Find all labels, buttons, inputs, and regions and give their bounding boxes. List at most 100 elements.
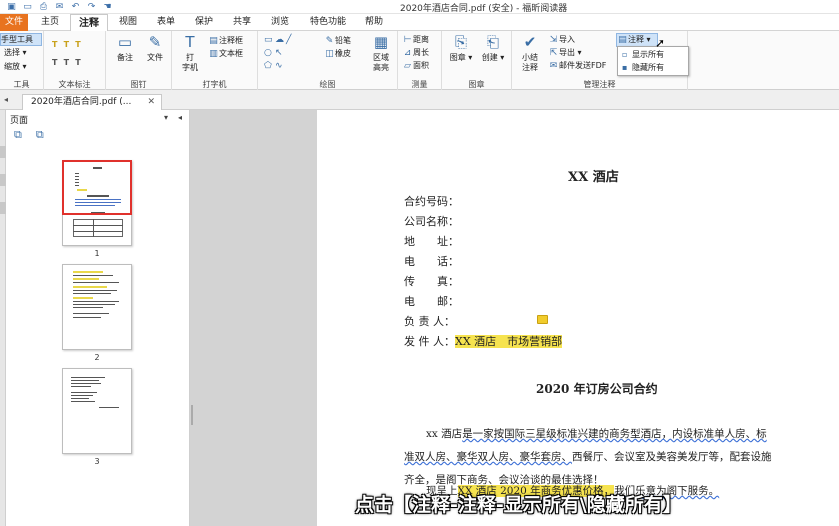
tab-help[interactable]: 帮助 (362, 14, 386, 31)
field-value: XX 酒店 市场营销部 (455, 335, 563, 348)
distance-button[interactable]: ⊢ 距离 (402, 34, 429, 46)
shape-tools-row1[interactable]: ▭☁╱ (264, 34, 297, 46)
redo-icon[interactable]: ↷ (86, 2, 97, 12)
note-label: 备注 (117, 53, 133, 62)
area-label: 面积 (413, 61, 429, 70)
video-caption: 点击【注释-注释-显示所有\隐藏所有】 (355, 494, 682, 516)
mail-icon: ✉ (549, 61, 558, 71)
comment-box-button[interactable]: ▤注释框 (208, 35, 243, 47)
mouse-cursor-icon: ➚ (655, 36, 666, 50)
create-stamp-button[interactable]: ⎗ 创建 ▾ (480, 33, 506, 63)
shape-tools-row2[interactable]: ○↖ (264, 47, 286, 59)
tab-form[interactable]: 表单 (154, 14, 178, 31)
select-button[interactable]: 选择 ▾ (4, 47, 27, 58)
paragraph-line: 准双人房、豪华双人房、豪华套房、西餐厅、会议室及美容美发厅等，配套设施 (404, 449, 772, 464)
export-button[interactable]: ⇱ 导出 ▾ (548, 47, 582, 59)
page-thumbnail-3[interactable] (62, 368, 132, 454)
tab-comment[interactable]: 注释 (70, 14, 108, 32)
zoom-button[interactable]: 缩放 ▾ (4, 61, 27, 72)
field-label: 传 真： (404, 275, 459, 288)
page-number: 3 (94, 457, 100, 466)
page-thumbnail-2[interactable] (62, 264, 132, 350)
group-typewriter: T 打 字机 ▤注释框 ▥文本框 打字机 (172, 31, 258, 90)
pencil-button[interactable]: ✎ 铅笔 (324, 35, 351, 47)
select-label: 选择 (4, 48, 20, 57)
polyline-icon: ∿ (275, 61, 289, 71)
show-all-menu-item[interactable]: ▫ 显示所有 (622, 49, 664, 61)
panel-title: 页面 (10, 116, 29, 126)
panel-collapse-icon[interactable]: ◂ (178, 113, 182, 122)
annotate-dropdown-button[interactable]: ▤注释 ▾ (616, 33, 658, 47)
form-field-row: 发 件 人：XX 酒店 市场营销部 (404, 333, 563, 349)
enlarge-thumbnail-icon[interactable]: ⧉ (14, 128, 36, 141)
area-highlight-button[interactable]: ▦ 区域 高亮 (368, 33, 394, 73)
perimeter-button[interactable]: ⊿ 周长 (402, 47, 429, 59)
create-label: 创建 (481, 53, 498, 62)
underlined-text: 是一家按国际三星级标准兴建的商务型酒店，内设标准单人房、标 (462, 428, 767, 440)
group-label: 工具 (13, 80, 30, 89)
attach-file-button[interactable]: ✎ 文件 (142, 33, 168, 63)
print-icon[interactable]: ⎙ (38, 2, 49, 12)
pdf-page: XX 酒店 合约号码： 公司名称： 地 址： 电 话： 传 真： 电 邮： 负 责 人： 发 … (318, 110, 839, 526)
shrink-thumbnail-icon[interactable]: ⧉ (36, 128, 58, 141)
chevron-down-icon: ▾ (22, 48, 27, 57)
hide-all-menu-item[interactable]: ▪ 隐藏所有 (622, 62, 664, 74)
underlined-text: 准双人房、豪华双人房、豪华套房、 (404, 451, 572, 463)
current-view-indicator (62, 160, 132, 215)
line-icon: ╱ (286, 35, 298, 45)
group-label: 图钉 (130, 80, 147, 89)
email-fdf-button[interactable]: ✉ 邮件发送FDF (548, 60, 607, 72)
eraser-button[interactable]: ◫橡皮 (324, 48, 351, 60)
hotel-name-text: xx 酒店 (426, 428, 463, 440)
group-label: 管理注释 (583, 80, 616, 89)
import-button[interactable]: ⇲ 导入 (548, 34, 575, 46)
tab-view[interactable]: 视图 (116, 14, 140, 31)
underline-text-icons[interactable]: TTT (52, 57, 87, 68)
close-icon[interactable]: ✕ (147, 95, 155, 110)
tab-features[interactable]: 特色功能 (306, 14, 350, 31)
note-button[interactable]: ▭ 备注 (112, 33, 138, 63)
document-tab[interactable]: 2020年酒店合同.pdf (... ✕ (22, 94, 162, 110)
pencil-icon: ✎ (325, 36, 334, 46)
rectangle-icon: ▭ (264, 35, 279, 45)
form-field-row: 公司名称： (404, 213, 459, 229)
zoom-label: 缩放 (4, 62, 20, 71)
panel-splitter-handle[interactable] (191, 405, 193, 425)
tab-protect[interactable]: 保护 (192, 14, 216, 31)
tab-share[interactable]: 共享 (230, 14, 254, 31)
tab-list-icon[interactable]: ◂ (4, 95, 8, 104)
tab-file[interactable]: 文件 (0, 14, 28, 31)
save-icon[interactable]: ▣ (6, 2, 17, 12)
page-number: 2 (94, 353, 100, 362)
comment-box-label: 注释框 (219, 36, 243, 45)
email-fdf-label: 邮件发送FDF (559, 61, 607, 70)
mail-icon[interactable]: ✉ (54, 2, 65, 12)
tab-home[interactable]: 主页 (38, 14, 62, 31)
pencil-label: 铅笔 (335, 36, 351, 45)
page-thumbnail-panel: 页面 ▾ ◂ ⧉⧉ 1 2 3 (6, 110, 190, 526)
shape-tools-row3[interactable]: ⬠∿ (264, 60, 286, 72)
text-box-button[interactable]: ▥文本框 (208, 48, 243, 60)
hand-icon[interactable]: ☚ (102, 2, 113, 12)
group-pin: ▭ 备注 ✎ 文件 图钉 (106, 31, 172, 90)
open-icon[interactable]: ▭ (22, 2, 33, 12)
ruler-icon: ⊢ (403, 35, 412, 45)
document-subtitle: 2020 年订房公司合约 (536, 382, 658, 396)
typewriter-button[interactable]: T 打 字机 (178, 33, 202, 73)
form-field-row: 电 话： (404, 253, 459, 269)
area-button[interactable]: ▱ 面积 (402, 60, 429, 72)
tab-browse[interactable]: 浏览 (268, 14, 292, 31)
page-thumbnail-1[interactable] (62, 160, 132, 246)
stamp-button[interactable]: ⎘ 图章 ▾ (448, 33, 474, 63)
import-icon: ⇲ (549, 35, 558, 45)
field-label: 地 址： (404, 235, 459, 248)
summarize-comments-button[interactable]: ✔ 小结 注释 (518, 33, 542, 73)
ellipse-icon: ○ (264, 48, 278, 58)
field-label: 电 话： (404, 255, 459, 268)
hand-tool-button[interactable]: 手型工具 (0, 33, 42, 46)
panel-menu-icon[interactable]: ▾ (164, 113, 168, 122)
highlight-text-icons[interactable]: TTT (52, 39, 87, 50)
sticky-note-icon[interactable] (537, 315, 548, 324)
field-label: 负 责 人： (404, 315, 455, 328)
undo-icon[interactable]: ↶ (70, 2, 81, 12)
